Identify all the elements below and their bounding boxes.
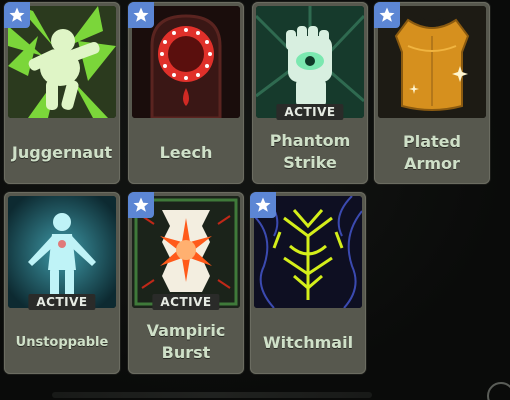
active-badge: ACTIVE [276, 104, 344, 120]
favorite-star-icon[interactable] [128, 192, 154, 218]
favorite-star-icon[interactable] [128, 2, 154, 28]
favorite-star-icon[interactable] [250, 192, 276, 218]
ability-name: Plated Armor [403, 132, 461, 173]
ability-card-juggernaut[interactable]: Juggernaut [4, 2, 120, 184]
phantom-strike-icon [256, 6, 364, 118]
ability-name: Vampiric Burst [146, 321, 226, 362]
favorite-star-icon[interactable] [4, 2, 30, 28]
ability-name: Leech [159, 143, 213, 162]
ability-name: Unstoppable [15, 335, 109, 350]
ability-name: Witchmail [262, 333, 354, 352]
ability-card-phantom-strike[interactable]: ACTIVE Phantom Strike [252, 2, 368, 184]
ability-card-vampiric-burst[interactable]: ACTIVE Vampiric Burst [128, 192, 244, 374]
footer-text-strip [52, 392, 372, 398]
ability-grid: Juggernaut Leech ACTIVE Phantom Strike P… [0, 0, 510, 400]
ability-name: Phantom Strike [269, 131, 351, 172]
ability-name: Juggernaut [11, 143, 113, 162]
ability-card-witchmail[interactable]: Witchmail [250, 192, 366, 374]
corner-ring-icon[interactable] [487, 382, 510, 400]
active-badge: ACTIVE [152, 294, 220, 310]
ability-card-plated-armor[interactable]: Plated Armor [374, 2, 490, 184]
favorite-star-icon[interactable] [374, 2, 400, 28]
ability-card-leech[interactable]: Leech [128, 2, 244, 184]
active-badge: ACTIVE [28, 294, 96, 310]
unstoppable-icon [8, 196, 116, 308]
ability-card-unstoppable[interactable]: ACTIVE Unstoppable [4, 192, 120, 374]
